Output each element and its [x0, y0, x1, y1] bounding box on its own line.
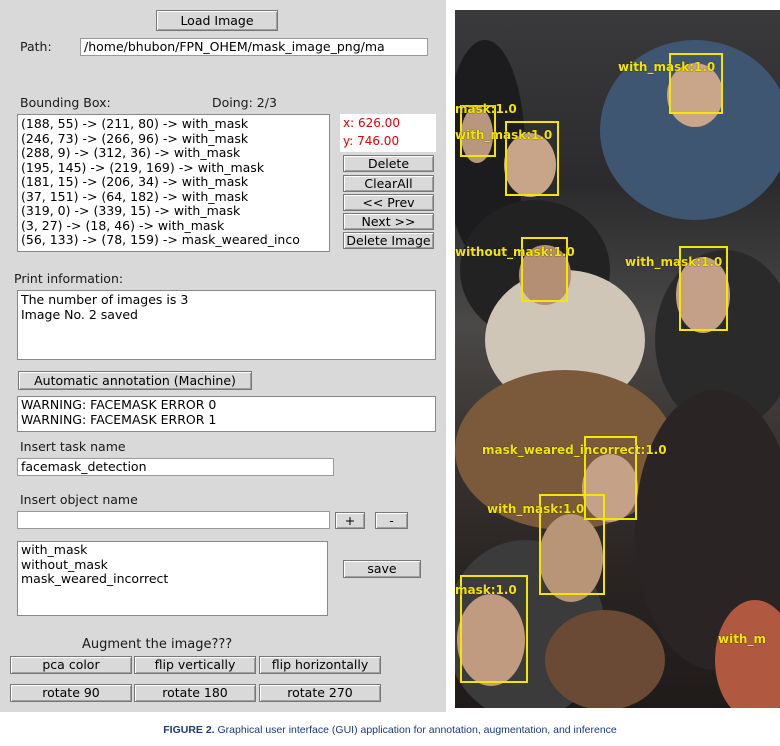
- detection-label: without_mask:1.0: [455, 245, 575, 259]
- cursor-coordinates: x: 626.00 y: 746.00: [340, 114, 436, 152]
- list-item[interactable]: (56, 133) -> (78, 159) -> mask_weared_in…: [18, 232, 329, 248]
- delete-button[interactable]: Delete: [343, 155, 434, 172]
- bounding-box-list[interactable]: (188, 55) -> (211, 80) -> with_mask (246…: [17, 114, 330, 252]
- detection-label: mask:1.0: [455, 583, 517, 597]
- flip-vertically-button[interactable]: flip vertically: [134, 656, 256, 674]
- print-information-text: The number of images is 3 Image No. 2 sa…: [17, 290, 436, 360]
- prev-button[interactable]: << Prev: [343, 194, 434, 211]
- list-item[interactable]: (3, 27) -> (18, 46) -> with_mask: [18, 218, 329, 234]
- doing-progress: Doing: 2/3: [212, 95, 277, 110]
- list-item[interactable]: mask_weared_incorrect: [18, 571, 327, 587]
- detection-label: with_mask:1.0: [487, 502, 585, 516]
- load-image-button[interactable]: Load Image: [156, 10, 278, 31]
- object-name-label: Insert object name: [20, 492, 138, 507]
- object-class-list[interactable]: with_mask without_mask mask_weared_incor…: [17, 541, 328, 616]
- list-item[interactable]: (181, 15) -> (206, 34) -> with_mask: [18, 174, 329, 190]
- delete-image-button[interactable]: Delete Image: [343, 232, 434, 249]
- list-item[interactable]: (246, 73) -> (266, 96) -> with_mask: [18, 131, 329, 147]
- add-object-button[interactable]: +: [335, 512, 365, 529]
- caption-text: Graphical user interface (GUI) applicati…: [217, 724, 617, 736]
- annotation-app-window: Load Image Path: /home/bhubon/FPN_OHEM/m…: [0, 0, 446, 712]
- warning-line: WARNING: FACEMASK ERROR 0: [21, 397, 217, 412]
- rotate-270-button[interactable]: rotate 270: [259, 684, 381, 702]
- augment-label: Augment the image???: [82, 637, 233, 652]
- bounding-box-label: Bounding Box:: [20, 95, 111, 110]
- detection-label: with_m: [718, 632, 766, 646]
- detection-label: with_mask:1.0: [625, 255, 723, 269]
- figure-number: FIGURE 2.: [163, 724, 215, 736]
- list-item[interactable]: (188, 55) -> (211, 80) -> with_mask: [18, 116, 329, 132]
- figure-caption: FIGURE 2. Graphical user interface (GUI)…: [0, 724, 780, 736]
- list-item[interactable]: (319, 0) -> (339, 15) -> with_mask: [18, 203, 329, 219]
- clear-all-button[interactable]: ClearAll: [343, 175, 434, 192]
- image-canvas[interactable]: with_mask:1.0 mask:1.0 with_mask:1.0 wit…: [455, 10, 780, 708]
- rotate-90-button[interactable]: rotate 90: [10, 684, 132, 702]
- task-name-label: Insert task name: [20, 439, 126, 454]
- x-coordinate: x: 626.00: [343, 116, 400, 130]
- detection-label: mask_weared_incorrect:1.0: [482, 443, 667, 457]
- warning-line: WARNING: FACEMASK ERROR 1: [21, 411, 217, 427]
- rotate-180-button[interactable]: rotate 180: [134, 684, 256, 702]
- list-item[interactable]: (288, 9) -> (312, 36) -> with_mask: [18, 145, 329, 161]
- info-line: Image No. 2 saved: [21, 306, 138, 322]
- task-name-input[interactable]: facemask_detection: [17, 458, 334, 476]
- list-item[interactable]: (37, 151) -> (64, 182) -> with_mask: [18, 189, 329, 205]
- y-coordinate: y: 746.00: [343, 134, 400, 148]
- detection-label: with_mask:1.0: [618, 60, 716, 74]
- detection-label: with_mask:1.0: [455, 128, 553, 142]
- annotation-output: WARNING: FACEMASK ERROR 0 WARNING: FACEM…: [17, 396, 436, 432]
- print-information-label: Print information:: [14, 271, 124, 286]
- list-item[interactable]: (195, 145) -> (219, 169) -> with_mask: [18, 160, 329, 176]
- list-item[interactable]: without_mask: [18, 557, 327, 573]
- object-name-input[interactable]: [17, 511, 330, 529]
- info-line: The number of images is 3: [21, 292, 189, 307]
- automatic-annotation-button[interactable]: Automatic annotation (Machine): [18, 371, 252, 390]
- path-input[interactable]: /home/bhubon/FPN_OHEM/mask_image_png/ma: [80, 38, 428, 56]
- pca-color-button[interactable]: pca color: [10, 656, 132, 674]
- save-button[interactable]: save: [343, 560, 421, 578]
- next-button[interactable]: Next >>: [343, 213, 434, 230]
- path-label: Path:: [20, 39, 52, 54]
- flip-horizontally-button[interactable]: flip horizontally: [259, 656, 381, 674]
- list-item[interactable]: with_mask: [18, 542, 327, 558]
- detection-label: mask:1.0: [455, 102, 517, 116]
- remove-object-button[interactable]: -: [375, 512, 408, 529]
